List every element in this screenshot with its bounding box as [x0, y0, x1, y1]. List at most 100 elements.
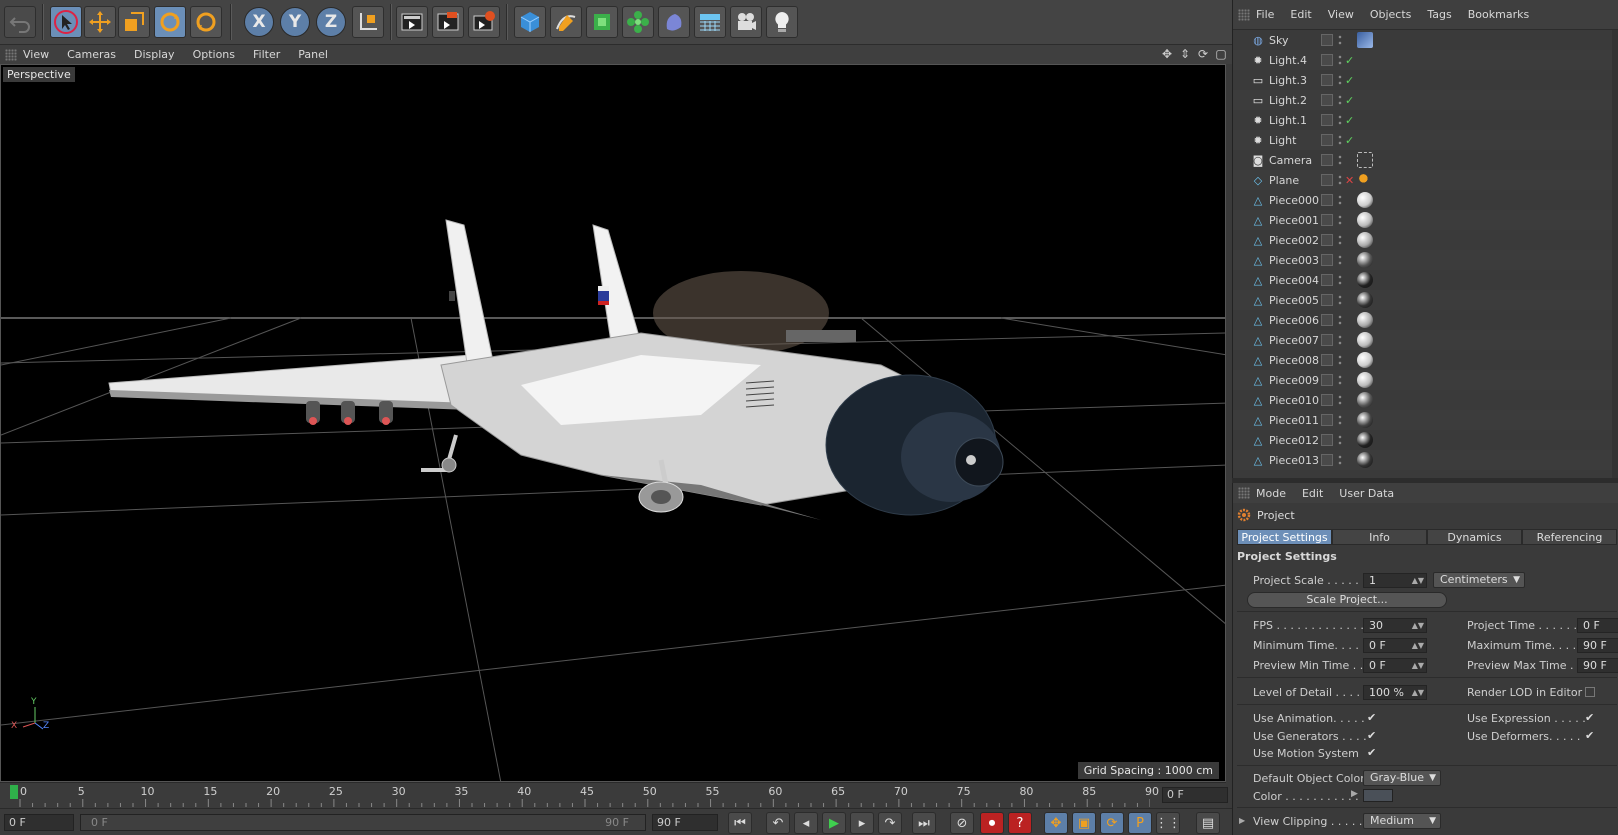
object-name[interactable]: Plane — [1269, 174, 1299, 187]
cloner-icon[interactable] — [622, 6, 654, 38]
dolly-icon[interactable]: ⇕ — [1178, 47, 1192, 61]
viewport-menu-cameras[interactable]: Cameras — [67, 48, 116, 61]
object-row[interactable]: △ Piece012 — [1233, 430, 1618, 450]
editor-render-visibility-dots[interactable] — [1337, 314, 1343, 326]
scale-icon[interactable] — [118, 6, 150, 38]
editor-render-visibility-dots[interactable] — [1337, 94, 1343, 106]
spinner-icon[interactable]: ▲▼ — [1412, 686, 1424, 699]
layer-visibility-icon[interactable] — [1321, 154, 1333, 166]
deformer-icon[interactable] — [658, 6, 690, 38]
cube-icon[interactable] — [514, 6, 546, 38]
target-tag-icon[interactable] — [1357, 152, 1373, 168]
object-row[interactable]: ▭ Light.2 ✓ — [1233, 90, 1618, 110]
use-animation-checkbox[interactable]: ✔ — [1367, 712, 1379, 724]
object-row[interactable]: △ Piece005 — [1233, 290, 1618, 310]
layer-visibility-icon[interactable] — [1321, 94, 1333, 106]
autokey-icon[interactable]: ? — [1008, 812, 1032, 834]
fps-field[interactable]: 30 ▲▼ — [1363, 618, 1427, 633]
enabled-check-icon[interactable]: ✓ — [1345, 74, 1354, 87]
rotate-key-icon[interactable]: ⟳ — [1100, 812, 1124, 834]
object-name[interactable]: Piece006 — [1269, 314, 1319, 327]
object-name[interactable]: Piece004 — [1269, 274, 1319, 287]
timeline-frame-field[interactable]: 0 F — [1162, 787, 1228, 803]
material-tag-icon[interactable] — [1357, 192, 1373, 208]
material-tag-icon[interactable] — [1357, 272, 1373, 288]
project-scale-unit-dropdown[interactable]: Centimeters ▼ — [1433, 572, 1525, 588]
editor-render-visibility-dots[interactable] — [1337, 234, 1343, 246]
camera-icon[interactable] — [730, 6, 762, 38]
default-object-color-dropdown[interactable]: Gray-Blue ▼ — [1363, 770, 1441, 786]
editor-render-visibility-dots[interactable] — [1337, 34, 1343, 46]
object-row[interactable]: ◇ Plane ✕ — [1233, 170, 1618, 190]
object-row[interactable]: △ Piece002 — [1233, 230, 1618, 250]
y-axis-lock[interactable]: Y — [280, 7, 310, 37]
material-tag-icon[interactable] — [1357, 232, 1373, 248]
subdivision-icon[interactable] — [586, 6, 618, 38]
layer-visibility-icon[interactable] — [1321, 134, 1333, 146]
editor-render-visibility-dots[interactable] — [1337, 154, 1343, 166]
panel-grip-icon[interactable] — [5, 48, 17, 61]
motion-record-icon[interactable]: ⊘ — [950, 812, 974, 834]
am-menu-user-data[interactable]: User Data — [1339, 487, 1394, 500]
object-name[interactable]: Piece012 — [1269, 434, 1319, 447]
object-row[interactable]: ◍ Sky — [1233, 30, 1618, 50]
editor-render-visibility-dots[interactable] — [1337, 194, 1343, 206]
layer-visibility-icon[interactable] — [1321, 414, 1333, 426]
select-arrow-icon[interactable] — [50, 6, 82, 38]
layer-visibility-icon[interactable] — [1321, 54, 1333, 66]
material-tag-icon[interactable] — [1357, 292, 1373, 308]
om-menu-objects[interactable]: Objects — [1370, 8, 1412, 21]
next-frame-icon[interactable]: ▸ — [850, 812, 874, 834]
editor-render-visibility-dots[interactable] — [1337, 414, 1343, 426]
editor-render-visibility-dots[interactable] — [1337, 174, 1343, 186]
rotate-icon[interactable] — [154, 6, 186, 38]
perspective-viewport[interactable]: Perspective Y X Z Grid Spacing : 1000 cm — [0, 64, 1226, 782]
color-swatch[interactable] — [1363, 789, 1393, 802]
object-name[interactable]: Piece007 — [1269, 334, 1319, 347]
tab-dynamics[interactable]: Dynamics — [1427, 529, 1522, 545]
object-name[interactable]: Light — [1269, 134, 1296, 147]
spinner-icon[interactable]: ▲▼ — [1412, 659, 1424, 672]
project-time-field[interactable]: 0 F — [1577, 618, 1618, 633]
render-view-icon[interactable] — [396, 6, 428, 38]
light-icon[interactable] — [766, 6, 798, 38]
coordinate-system-icon[interactable] — [352, 6, 384, 38]
object-row[interactable]: ✹ Light.1 ✓ — [1233, 110, 1618, 130]
object-name[interactable]: Camera — [1269, 154, 1312, 167]
material-tag-icon[interactable] — [1357, 212, 1373, 228]
am-menu-edit[interactable]: Edit — [1302, 487, 1323, 500]
panel-grip-icon[interactable] — [1238, 8, 1250, 21]
object-name[interactable]: Piece002 — [1269, 234, 1319, 247]
object-row[interactable]: ◙ Camera — [1233, 150, 1618, 170]
object-name[interactable]: Piece003 — [1269, 254, 1319, 267]
editor-render-visibility-dots[interactable] — [1337, 74, 1343, 86]
scale-project-button[interactable]: Scale Project... — [1247, 592, 1447, 608]
move-icon[interactable] — [84, 6, 116, 38]
am-menu-mode[interactable]: Mode — [1256, 487, 1286, 500]
layer-visibility-icon[interactable] — [1321, 294, 1333, 306]
go-to-end-icon[interactable]: ⏭ — [912, 812, 936, 834]
undo-icon[interactable] — [4, 6, 36, 38]
object-name[interactable]: Light.1 — [1269, 114, 1307, 127]
layer-visibility-icon[interactable] — [1321, 334, 1333, 346]
object-row[interactable]: ✹ Light ✓ — [1233, 130, 1618, 150]
om-menu-bookmarks[interactable]: Bookmarks — [1468, 8, 1529, 21]
editor-render-visibility-dots[interactable] — [1337, 334, 1343, 346]
end-frame-field[interactable]: 90 F — [652, 814, 718, 831]
editor-render-visibility-dots[interactable] — [1337, 294, 1343, 306]
material-tag-icon[interactable] — [1357, 392, 1373, 408]
editor-render-visibility-dots[interactable] — [1337, 254, 1343, 266]
material-tag-icon[interactable] — [1357, 432, 1373, 448]
editor-render-visibility-dots[interactable] — [1337, 454, 1343, 466]
object-name[interactable]: Piece005 — [1269, 294, 1319, 307]
object-row[interactable]: △ Piece011 — [1233, 410, 1618, 430]
object-row[interactable]: △ Piece008 — [1233, 350, 1618, 370]
use-motion-system-checkbox[interactable]: ✔ — [1367, 747, 1379, 759]
x-axis-lock[interactable]: X — [244, 7, 274, 37]
param-key-icon[interactable]: P — [1128, 812, 1152, 834]
object-list-scrollbar[interactable] — [1612, 30, 1618, 478]
om-menu-edit[interactable]: Edit — [1290, 8, 1311, 21]
preview-max-time-field[interactable]: 90 F — [1577, 658, 1618, 673]
next-key-icon[interactable]: ↷ — [878, 812, 902, 834]
viewport-menu-display[interactable]: Display — [134, 48, 175, 61]
